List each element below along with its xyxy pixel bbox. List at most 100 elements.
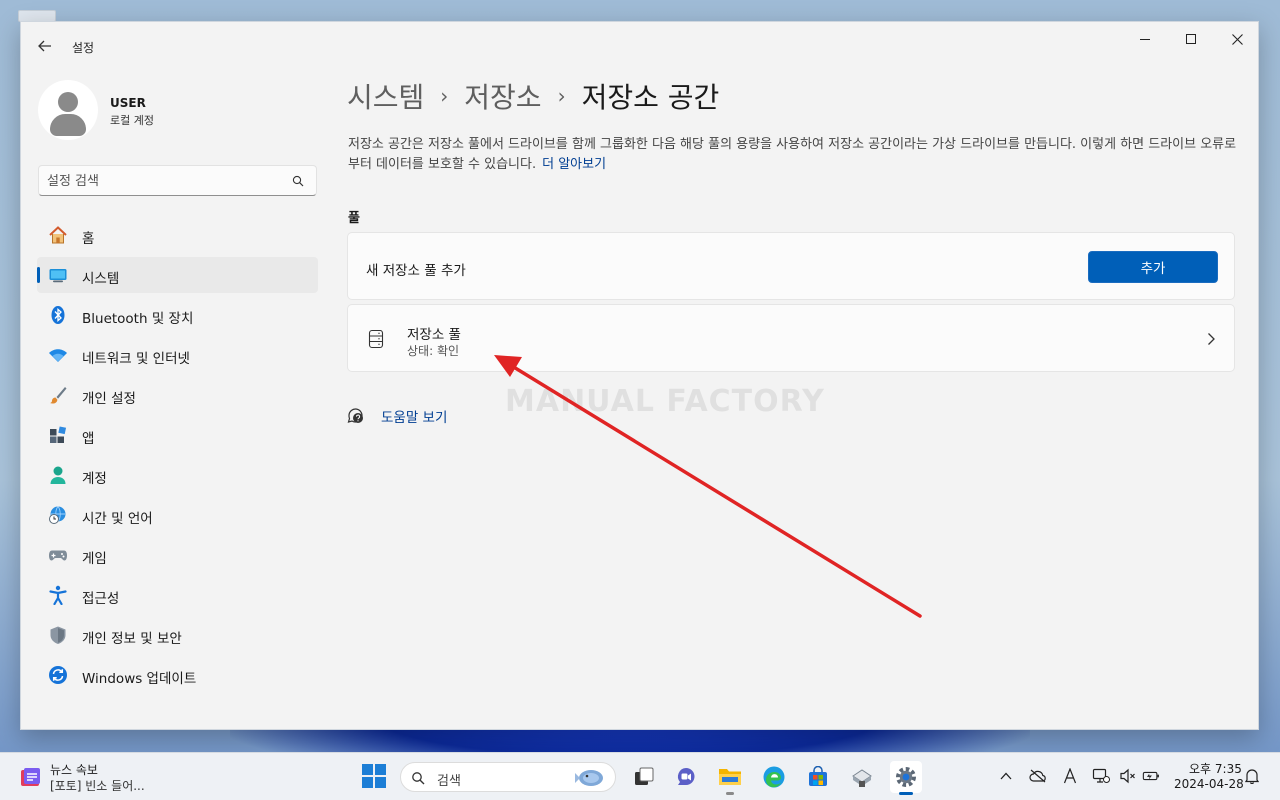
start-button[interactable] [361, 763, 387, 789]
news-headline: [포토] 빈소 들어... [50, 779, 145, 793]
back-arrow-icon[interactable] [33, 34, 57, 58]
sidebar-item-label: Windows 업데이트 [82, 671, 197, 687]
input-method-icon[interactable] [1061, 767, 1079, 785]
home-icon [49, 226, 67, 244]
news-widget[interactable]: 뉴스 속보 [포토] 빈소 들어... [14, 759, 184, 795]
minimize-icon [1140, 38, 1150, 40]
user-name: USER [110, 96, 146, 110]
bluetooth-icon [51, 306, 65, 324]
breadcrumb-separator: › [440, 84, 449, 108]
chat-button[interactable] [670, 761, 702, 793]
user-profile[interactable]: USER 로컬 계정 [38, 80, 328, 140]
sidebar-nav: 홈 시스템 Bluetooth 및 장치 네트워크 및 인터넷 개인 설정 앱 … [37, 217, 318, 697]
sidebar-item-accessibility[interactable]: 접근성 [37, 577, 318, 613]
search-icon [292, 175, 304, 187]
app-icon [852, 769, 872, 787]
settings-window: 설정 USER 로컬 계정 홈 시스템 Bluetooth 및 장치 [20, 21, 1259, 730]
chat-icon [677, 768, 695, 785]
chevron-up-icon[interactable] [997, 767, 1015, 785]
sidebar-item-personalization[interactable]: 개인 설정 [37, 377, 318, 413]
sidebar-item-gaming[interactable]: 게임 [37, 537, 318, 573]
sidebar-item-windows-update[interactable]: Windows 업데이트 [37, 657, 318, 693]
breadcrumb-system[interactable]: 시스템 [347, 76, 424, 116]
breadcrumb-separator: › [557, 84, 566, 108]
settings-search[interactable] [38, 165, 317, 196]
page-title: 저장소 공간 [581, 81, 720, 114]
account-type: 로컬 계정 [110, 114, 154, 127]
sidebar-item-label: 앱 [82, 431, 95, 447]
edge-icon [763, 766, 785, 788]
chevron-right-icon [1208, 333, 1215, 345]
sidebar-item-label: 계정 [82, 471, 107, 487]
volume-muted-icon[interactable] [1119, 767, 1137, 785]
help-icon [347, 408, 363, 423]
storage-pool-title: 저장소 풀 [407, 327, 461, 343]
sidebar-item-label: Bluetooth 및 장치 [82, 311, 194, 327]
maximize-button[interactable] [1168, 22, 1214, 56]
notification-bell-icon[interactable] [1243, 767, 1261, 785]
avatar [38, 80, 98, 140]
accessibility-icon [49, 585, 67, 605]
add-storage-pool-card: 새 저장소 풀 추가 추가 [347, 232, 1235, 300]
section-heading-pools: 풀 [348, 211, 360, 226]
close-button[interactable] [1214, 22, 1260, 56]
taskbar-search[interactable]: 검색 [400, 762, 616, 792]
wifi-icon [49, 349, 67, 362]
network-icon[interactable] [1092, 767, 1110, 785]
sidebar-item-label: 네트워크 및 인터넷 [82, 351, 190, 367]
sidebar-item-home[interactable]: 홈 [37, 217, 318, 253]
battery-icon[interactable] [1142, 767, 1160, 785]
clock-time[interactable]: 오후 7:35 [1189, 760, 1242, 777]
close-icon [1231, 33, 1243, 45]
minimize-button[interactable] [1122, 22, 1168, 56]
store-button[interactable] [802, 761, 834, 793]
sidebar-item-label: 홈 [82, 231, 95, 247]
brush-icon [50, 387, 67, 404]
sidebar-item-system[interactable]: 시스템 [37, 257, 318, 293]
apps-icon [50, 426, 67, 443]
task-view-button[interactable] [628, 761, 660, 793]
news-title: 뉴스 속보 [50, 763, 98, 777]
file-explorer-button[interactable] [714, 761, 746, 795]
account-icon [50, 466, 66, 484]
sidebar-item-label: 개인 설정 [82, 391, 136, 407]
sidebar-item-accounts[interactable]: 계정 [37, 457, 318, 493]
search-icon [412, 772, 425, 785]
news-icon [21, 768, 40, 786]
task-view-icon [635, 767, 654, 785]
help-row[interactable]: 도움말 보기 [347, 404, 447, 428]
sidebar-item-label: 개인 정보 및 보안 [82, 631, 182, 647]
settings-search-input[interactable] [47, 172, 277, 190]
breadcrumb-storage[interactable]: 저장소 [464, 76, 541, 116]
shield-icon [50, 626, 66, 644]
taskbar: 뉴스 속보 [포토] 빈소 들어... 검색 오후 7:35 2024-04-2… [0, 752, 1280, 800]
breadcrumb: 시스템 › 저장소 › 저장소 공간 [347, 76, 719, 116]
app-title: 설정 [72, 41, 95, 55]
storage-pool-card[interactable]: 저장소 풀 상태: 확인 [347, 304, 1235, 372]
get-help-link[interactable]: 도움말 보기 [381, 406, 447, 426]
taskbar-app-button[interactable] [846, 761, 878, 793]
update-icon [49, 666, 67, 684]
title-bar: 설정 [21, 22, 1258, 70]
description-text: 저장소 공간은 저장소 풀에서 드라이브를 함께 그룹화한 다음 해당 풀의 용… [348, 137, 1237, 172]
storage-pool-status: 상태: 확인 [407, 344, 460, 358]
onedrive-offline-icon[interactable] [1029, 767, 1047, 785]
sidebar-item-label: 시간 및 언어 [82, 511, 153, 527]
sidebar-item-network[interactable]: 네트워크 및 인터넷 [37, 337, 318, 373]
learn-more-link[interactable]: 더 알아보기 [542, 157, 606, 172]
system-icon [49, 269, 67, 283]
edge-button[interactable] [758, 761, 790, 793]
clock-date[interactable]: 2024-04-28 [1174, 777, 1244, 791]
add-pool-button[interactable]: 추가 [1088, 251, 1218, 283]
search-highlight-icon [575, 770, 603, 786]
sidebar-item-bluetooth[interactable]: Bluetooth 및 장치 [37, 297, 318, 333]
storage-pool-icon [368, 329, 384, 349]
maximize-icon [1186, 34, 1196, 44]
settings-taskbar-button[interactable] [890, 761, 922, 795]
gamepad-icon [49, 550, 67, 561]
sidebar-item-privacy[interactable]: 개인 정보 및 보안 [37, 617, 318, 653]
sidebar-item-apps[interactable]: 앱 [37, 417, 318, 453]
add-storage-pool-label: 새 저장소 풀 추가 [366, 263, 466, 279]
sidebar-item-label: 게임 [82, 551, 107, 567]
sidebar-item-time-language[interactable]: 시간 및 언어 [37, 497, 318, 533]
